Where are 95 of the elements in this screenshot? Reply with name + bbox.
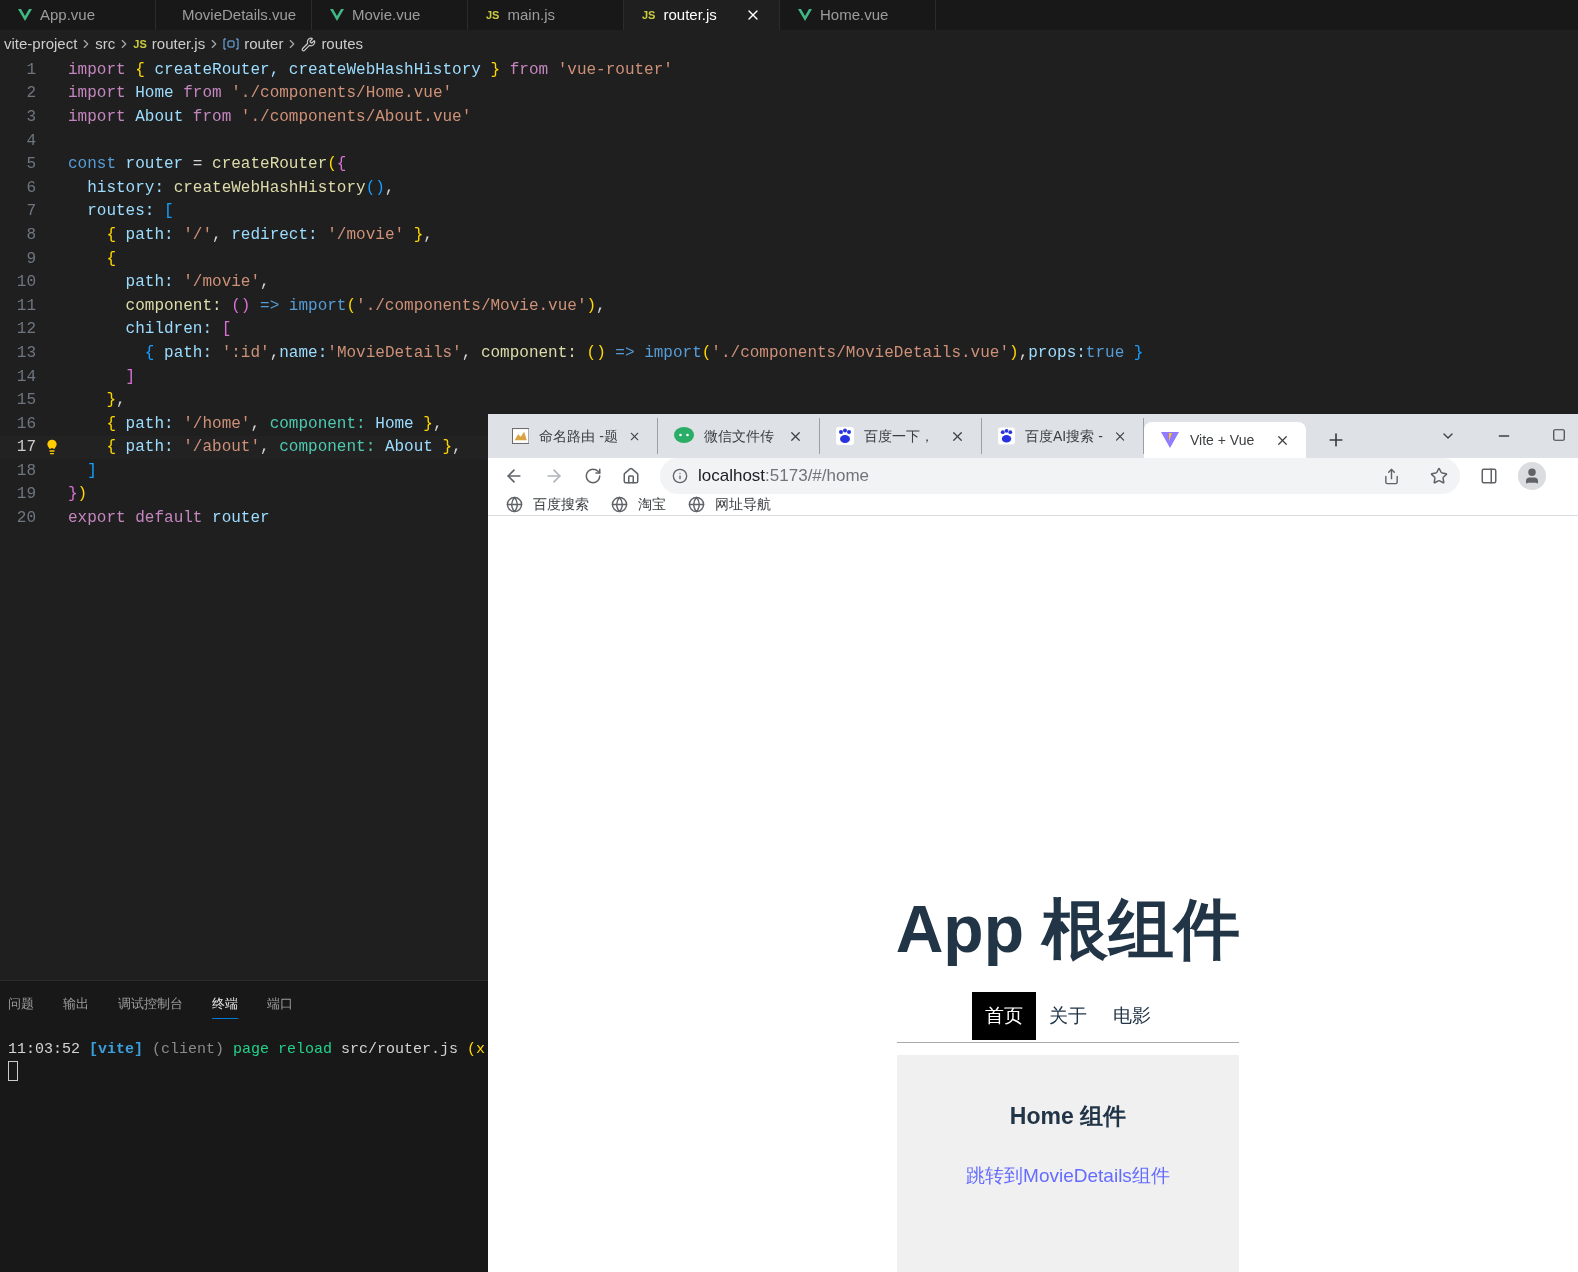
breadcrumb-item[interactable]: src xyxy=(95,32,116,56)
bookmark-item[interactable]: 百度搜索 xyxy=(506,494,589,515)
line-number: 11 xyxy=(15,295,36,317)
editor-tab[interactable]: JS router.js xyxy=(624,0,780,30)
code-line: { path: '/about', component: About }, xyxy=(105,437,462,459)
breadcrumb-item[interactable]: router.js xyxy=(151,32,206,56)
line-number: 18 xyxy=(15,460,36,482)
code-line: { path: ':id',name:'MovieDetails', component: () => import('./components/MovieDetails.vue'),props:true } xyxy=(143,342,1144,364)
browser-tab[interactable]: 百度一下， xyxy=(820,418,982,454)
code-line: path: '/movie', xyxy=(124,272,270,294)
card-heading: Home 组件 xyxy=(1009,1102,1127,1131)
code-line: const router = createRouter({ xyxy=(68,154,347,176)
browser-tab[interactable]: 命名路由 -题 xyxy=(496,418,658,454)
panel-tab[interactable]: 调试控制台 xyxy=(118,994,183,1019)
code-line: }, xyxy=(105,390,126,412)
panel-tab[interactable]: 终端 xyxy=(212,994,238,1019)
bookmark-item[interactable]: 淘宝 xyxy=(611,494,666,515)
js-icon: JS xyxy=(486,6,500,24)
code-line: children: [ xyxy=(124,319,232,341)
vue-logo-icon xyxy=(798,9,812,21)
code-line: history: createWebHashHistory(), xyxy=(86,177,395,199)
code-line: export default router xyxy=(68,508,270,530)
editor-tab[interactable]: Movie.vue xyxy=(312,0,468,30)
wrench-icon xyxy=(301,36,317,52)
code-line: import { createRouter, createWebHashHistory } from 'vue-router' xyxy=(68,59,673,81)
code-line: { path: '/', redirect: '/movie' }, xyxy=(105,224,433,246)
line-number: 9 xyxy=(25,248,36,270)
share-icon[interactable] xyxy=(1383,467,1400,485)
breadcrumb-item[interactable]: router xyxy=(244,32,284,56)
person-icon xyxy=(1523,467,1541,485)
line-number: 17 xyxy=(15,437,36,459)
nav-link[interactable]: 电影 xyxy=(1100,992,1164,1040)
code-line: routes: [ xyxy=(86,201,174,223)
globe-icon xyxy=(611,496,628,513)
browser-tab[interactable]: 百度AI搜索 - xyxy=(982,418,1144,454)
home-icon[interactable] xyxy=(622,467,640,485)
browser-tab[interactable]: Vite + Vue xyxy=(1144,422,1306,458)
details-link[interactable]: 跳转到MovieDetails组件 xyxy=(966,1161,1170,1190)
code-line: { xyxy=(105,248,116,270)
breadcrumb-item[interactable]: routes xyxy=(321,32,364,56)
side-panel-icon[interactable] xyxy=(1480,467,1498,485)
vue-logo-icon xyxy=(330,9,344,21)
code-line: ] xyxy=(124,366,136,388)
code-line: import Home from './components/Home.vue' xyxy=(68,83,453,105)
code-line: }) xyxy=(68,484,88,506)
panel-tab[interactable]: 问题 xyxy=(8,994,34,1019)
globe-icon xyxy=(506,496,523,513)
line-number: 8 xyxy=(25,224,36,246)
paw-icon xyxy=(836,427,854,445)
code-line: import About from './components/About.vue' xyxy=(68,107,472,128)
terminal-line: 11:03:52 [vite] (client) page reload src/router.js (x xyxy=(8,1040,486,1058)
info-icon xyxy=(672,468,688,484)
panel-tab[interactable]: 端口 xyxy=(267,994,293,1019)
vite-logo-icon xyxy=(1160,431,1180,449)
code-line: ] xyxy=(86,460,97,482)
bookmark-item[interactable]: 网址导航 xyxy=(688,494,771,515)
bookmark-star-icon[interactable] xyxy=(1430,467,1448,485)
line-number: 2 xyxy=(25,83,36,105)
line-number: 16 xyxy=(15,413,36,435)
editor-tab[interactable]: MovieDetails.vue xyxy=(156,0,312,30)
variable-icon xyxy=(223,38,240,50)
line-number: 14 xyxy=(15,366,36,388)
line-number: 10 xyxy=(15,272,36,294)
terminal-cursor xyxy=(8,1061,18,1081)
vue-logo-icon xyxy=(18,9,32,21)
line-number: 12 xyxy=(15,319,36,341)
nav-link[interactable]: 首页 xyxy=(972,992,1036,1040)
line-number: 7 xyxy=(25,201,36,223)
globe-icon xyxy=(688,496,705,513)
line-number: 19 xyxy=(15,484,36,506)
panel-tab[interactable]: 输出 xyxy=(63,994,89,1019)
maximize-icon[interactable] xyxy=(1552,428,1566,442)
editor-tab[interactable]: Home.vue xyxy=(780,0,936,30)
js-icon: JS xyxy=(642,6,656,24)
nav-link[interactable]: 关于 xyxy=(1036,992,1100,1040)
browser-tab[interactable]: 微信文件传 xyxy=(658,418,820,454)
line-number: 1 xyxy=(25,59,36,81)
address-bar[interactable]: localhost:5173/#/home xyxy=(660,458,1460,494)
line-number: 20 xyxy=(15,508,36,530)
line-number: 4 xyxy=(25,130,36,152)
line-number: 3 xyxy=(25,107,36,128)
line-number: 6 xyxy=(25,177,36,199)
breadcrumb-item[interactable]: vite-project xyxy=(4,32,78,56)
lightbulb-icon[interactable] xyxy=(44,439,60,456)
code-line: { path: '/home', component: Home }, xyxy=(105,413,443,435)
js-icon: JS xyxy=(133,35,147,53)
line-number: 5 xyxy=(25,154,36,176)
line-number: 15 xyxy=(15,390,36,412)
reload-icon[interactable] xyxy=(584,467,602,485)
chat-bubble-icon xyxy=(674,427,694,445)
paw-icon xyxy=(998,427,1016,445)
line-number: 13 xyxy=(15,342,36,364)
profile-avatar[interactable] xyxy=(1518,462,1546,490)
editor-tab[interactable]: App.vue xyxy=(0,0,156,30)
code-line: component: () => import('./components/Movie.vue'), xyxy=(124,295,606,317)
